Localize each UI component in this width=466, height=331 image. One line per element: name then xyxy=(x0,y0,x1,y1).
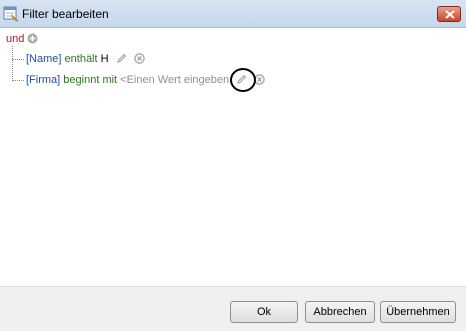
root-group-operator[interactable]: und xyxy=(6,33,24,45)
highlight-circle xyxy=(230,68,256,92)
filter-edit-icon xyxy=(3,6,19,22)
cancel-button[interactable]: Abbrechen xyxy=(305,301,375,323)
condition-row: [Name] enthält H xyxy=(26,53,145,67)
plus-circle-icon[interactable] xyxy=(27,33,38,44)
ok-button[interactable]: Ok xyxy=(230,301,298,323)
condition-field[interactable]: [Name] xyxy=(26,53,61,65)
window-title: Filter bearbeiten xyxy=(22,7,109,21)
condition-value[interactable]: H xyxy=(101,53,109,65)
condition-operator[interactable]: beginnt mit xyxy=(63,74,117,86)
condition-value-placeholder[interactable]: <Einen Wert eingeben xyxy=(120,74,229,86)
tree-branch xyxy=(12,59,24,60)
apply-button[interactable]: Übernehmen xyxy=(380,301,456,323)
close-button[interactable] xyxy=(437,6,461,22)
filter-editor: und [Name] enthält H [Firma] beginnt mit… xyxy=(0,28,466,286)
tree-connector xyxy=(12,46,13,81)
dialog-footer: Ok Abbrechen Übernehmen xyxy=(0,286,466,331)
close-icon xyxy=(445,10,455,19)
pencil-icon[interactable] xyxy=(116,53,127,67)
title-bar: Filter bearbeiten xyxy=(0,0,466,28)
remove-circle-icon[interactable] xyxy=(134,53,145,67)
tree-branch xyxy=(12,80,24,81)
condition-operator[interactable]: enthält xyxy=(65,53,98,65)
condition-field[interactable]: [Firma] xyxy=(26,74,60,86)
